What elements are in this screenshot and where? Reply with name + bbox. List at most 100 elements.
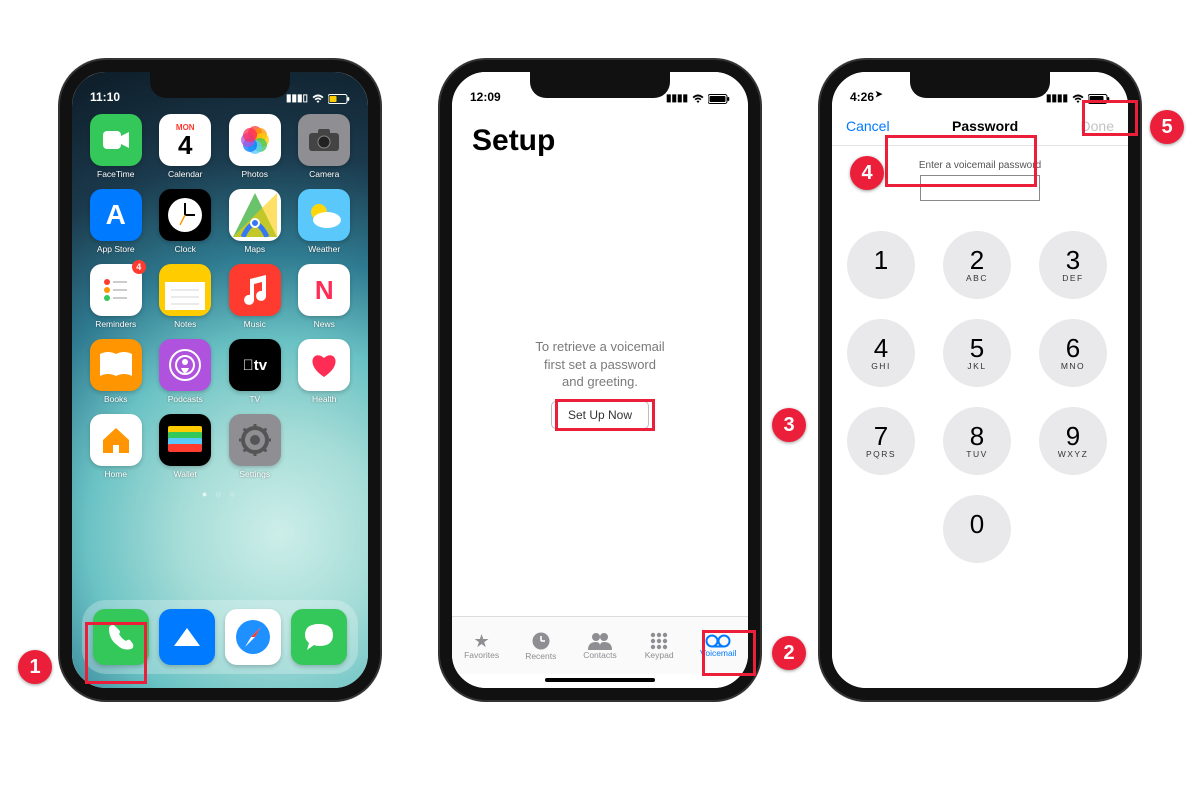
- home-icon: [90, 414, 142, 466]
- number-keypad: 1 2ABC 3DEF 4GHI 5JKL 6MNO 7PQRS 8TUV 9WXYZ 0: [832, 231, 1128, 569]
- facetime-icon: [90, 114, 142, 166]
- app-weather[interactable]: Weather: [293, 189, 355, 254]
- status-icons: ▮▮▮▮: [666, 93, 730, 104]
- phone-voicemail-setup: 12:09 ▮▮▮▮ Setup To retrieve a voicemail…: [440, 60, 760, 700]
- tv-icon: tv: [229, 339, 281, 391]
- voicemail-icon: [705, 634, 731, 648]
- tab-voicemail[interactable]: Voicemail: [691, 634, 745, 658]
- app-label: Music: [244, 319, 266, 329]
- app-podcasts[interactable]: Podcasts: [154, 339, 216, 404]
- callout-5: 5: [1150, 110, 1184, 144]
- app-label: Settings: [239, 469, 270, 479]
- nav-title: Password: [952, 118, 1018, 134]
- app-label: Wallet: [174, 469, 197, 479]
- dock-app-mail[interactable]: [159, 609, 215, 665]
- home-indicator[interactable]: [545, 678, 655, 682]
- battery-icon: [708, 94, 730, 104]
- phone-tab-bar: ★FavoritesRecentsContactsKeypadVoicemail: [452, 616, 748, 674]
- app-label: Health: [312, 394, 337, 404]
- app-facetime[interactable]: FaceTime: [85, 114, 147, 179]
- keypad-3[interactable]: 3DEF: [1039, 231, 1107, 299]
- photos-icon: [229, 114, 281, 166]
- app-music[interactable]: Music: [224, 264, 286, 329]
- app-label: Photos: [242, 169, 268, 179]
- tab-favorites[interactable]: ★Favorites: [455, 632, 509, 660]
- app-label: App Store: [97, 244, 135, 254]
- dock-app-messages[interactable]: [291, 609, 347, 665]
- keypad-5[interactable]: 5JKL: [943, 319, 1011, 387]
- favorites-icon: ★: [474, 632, 490, 650]
- app-label: Weather: [308, 244, 340, 254]
- app-photos[interactable]: Photos: [224, 114, 286, 179]
- callout-2: 2: [772, 636, 806, 670]
- location-icon: ➤: [875, 89, 883, 99]
- signal-icon: ▮▮▮▯: [286, 93, 308, 104]
- app-clock[interactable]: Clock: [154, 189, 216, 254]
- status-icons: ▮▮▮▯: [286, 93, 350, 104]
- wifi-icon: [1072, 94, 1084, 104]
- app-grid: FaceTime MON4 Calendar Photos Camera A App Sto…: [72, 106, 368, 479]
- nav-bar: Cancel Password Done: [832, 106, 1128, 146]
- app-home[interactable]: Home: [85, 414, 147, 479]
- app-notes[interactable]: Notes: [154, 264, 216, 329]
- keypad-2[interactable]: 2ABC: [943, 231, 1011, 299]
- callout-1: 1: [18, 650, 52, 684]
- notch: [150, 72, 290, 98]
- books-icon: [90, 339, 142, 391]
- app-camera[interactable]: Camera: [293, 114, 355, 179]
- keypad-6[interactable]: 6MNO: [1039, 319, 1107, 387]
- page-indicator: ● ○ ○: [72, 489, 368, 499]
- app-label: Home: [104, 469, 127, 479]
- signal-icon: ▮▮▮▮: [666, 93, 688, 104]
- app-maps[interactable]: Maps: [224, 189, 286, 254]
- tab-recents[interactable]: Recents: [514, 631, 568, 661]
- app-reminders[interactable]: 4 Reminders: [85, 264, 147, 329]
- keypad-0[interactable]: 0: [943, 495, 1011, 563]
- recents-icon: [531, 631, 551, 651]
- app-label: Books: [104, 394, 128, 404]
- set-up-now-button[interactable]: Set Up Now: [551, 401, 649, 429]
- app-wallet[interactable]: Wallet: [154, 414, 216, 479]
- dock-app-phone[interactable]: [93, 609, 149, 665]
- keypad-7[interactable]: 7PQRS: [847, 407, 915, 475]
- app-label: FaceTime: [97, 169, 134, 179]
- app-store-icon: A: [90, 189, 142, 241]
- app-books[interactable]: Books: [85, 339, 147, 404]
- phone-home-screen: 11:10 ▮▮▮▯ FaceTimeMON4CalendarPhotosCam…: [60, 60, 380, 700]
- app-news[interactable]: NNews: [293, 264, 355, 329]
- tab-keypad[interactable]: Keypad: [632, 632, 686, 660]
- keypad-1[interactable]: 1: [847, 231, 915, 299]
- keypad-4[interactable]: 4GHI: [847, 319, 915, 387]
- dock-app-safari[interactable]: [225, 609, 281, 665]
- reminders-icon: 4: [90, 264, 142, 316]
- wifi-icon: [312, 94, 324, 104]
- app-label: Reminders: [95, 319, 136, 329]
- app-label: Calendar: [168, 169, 203, 179]
- dock: [82, 600, 358, 674]
- password-input[interactable]: [920, 175, 1040, 201]
- app-label: Camera: [309, 169, 339, 179]
- app-label: TV: [249, 394, 260, 404]
- app-settings[interactable]: Settings: [224, 414, 286, 479]
- status-time: 12:09: [470, 90, 501, 104]
- keypad-8[interactable]: 8TUV: [943, 407, 1011, 475]
- maps-icon: [229, 189, 281, 241]
- app-tv[interactable]: tv TV: [224, 339, 286, 404]
- keypad-icon: [650, 632, 668, 650]
- podcasts-icon: [159, 339, 211, 391]
- battery-icon: [328, 94, 350, 104]
- tab-contacts[interactable]: Contacts: [573, 632, 627, 660]
- app-health[interactable]: Health: [293, 339, 355, 404]
- camera-icon: [298, 114, 350, 166]
- keypad-9[interactable]: 9WXYZ: [1039, 407, 1107, 475]
- signal-icon: ▮▮▮▮: [1046, 93, 1068, 104]
- app-app-store[interactable]: A App Store: [85, 189, 147, 254]
- battery-icon: [1088, 94, 1110, 104]
- app-calendar[interactable]: MON4 Calendar: [154, 114, 216, 179]
- calendar-icon: MON4: [159, 114, 211, 166]
- setup-message: To retrieve a voicemail first set a pass…: [452, 338, 748, 391]
- news-icon: N: [298, 264, 350, 316]
- done-button[interactable]: Done: [1081, 118, 1114, 134]
- cancel-button[interactable]: Cancel: [846, 118, 890, 134]
- weather-icon: [298, 189, 350, 241]
